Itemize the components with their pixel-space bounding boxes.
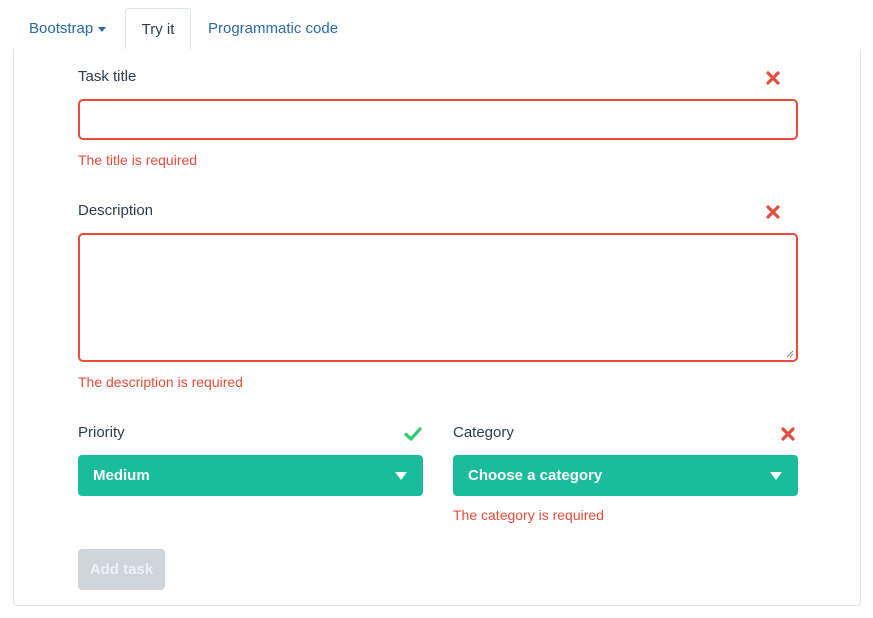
task-title-input[interactable] — [78, 99, 798, 140]
tab-bootstrap[interactable]: Bootstrap — [29, 8, 107, 50]
tab-panel: Task title The title is required Descrip… — [13, 49, 861, 606]
close-icon — [781, 427, 795, 441]
category-select[interactable]: Choose a category — [453, 455, 798, 496]
tab-bootstrap-label: Bootstrap — [29, 20, 94, 37]
priority-selected-value: Medium — [93, 467, 150, 484]
caret-down-icon — [395, 472, 407, 480]
task-title-label: Task title — [78, 68, 137, 85]
category-selected-value: Choose a category — [468, 467, 603, 484]
task-title-error: The title is required — [78, 152, 198, 168]
caret-down-icon — [98, 26, 107, 32]
description-error: The description is required — [78, 374, 243, 390]
check-icon — [404, 427, 422, 441]
close-icon — [766, 205, 780, 219]
priority-label: Priority — [78, 424, 125, 441]
resize-grip-icon[interactable] — [786, 350, 794, 358]
tab-try-it[interactable]: Try it — [125, 8, 191, 51]
tab-programmatic-code-label: Programmatic code — [208, 20, 339, 37]
description-label: Description — [78, 202, 154, 219]
tab-programmatic-code[interactable]: Programmatic code — [208, 8, 338, 50]
tab-try-it-label: Try it — [141, 21, 175, 38]
add-task-button[interactable]: Add task — [78, 549, 165, 590]
close-icon — [766, 71, 780, 85]
description-textarea[interactable] — [78, 233, 798, 362]
category-label: Category — [453, 424, 514, 441]
category-error: The category is required — [453, 507, 604, 523]
tab-bar: Bootstrap Try it Programmatic code — [13, 8, 861, 51]
caret-down-icon — [770, 472, 782, 480]
page: Bootstrap Try it Programmatic code Task … — [0, 0, 873, 618]
priority-select[interactable]: Medium — [78, 455, 423, 496]
